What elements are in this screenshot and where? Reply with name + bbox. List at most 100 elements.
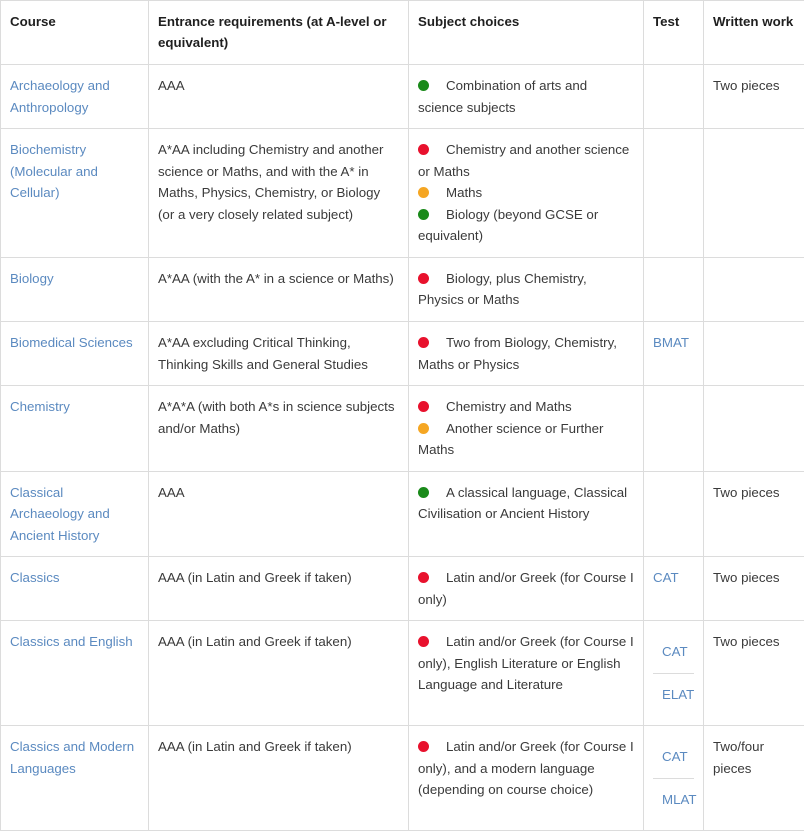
red-dot-icon [418, 741, 429, 752]
cell-written-work [704, 257, 804, 321]
subject-choice-item: Biology (beyond GCSE or equivalent) [418, 204, 634, 247]
cell-test-entry: ELAT [653, 673, 694, 715]
cell-test: BMAT [644, 322, 704, 386]
cell-subject-choices: Combination of arts and science subjects [409, 65, 644, 129]
cell-subject-choices: Latin and/or Greek (for Course I only), … [409, 621, 644, 726]
green-dot-icon [418, 487, 429, 498]
course-link[interactable]: Chemistry [10, 399, 70, 414]
table-row: Classics AAA (in Latin and Greek if taken… [1, 557, 804, 621]
subject-choice-label: Chemistry and another science or Maths [418, 142, 629, 179]
amber-dot-icon [418, 423, 429, 434]
green-dot-icon [418, 80, 429, 91]
table-row: Classics and English AAA (in Latin and Gr… [1, 621, 804, 726]
course-link[interactable]: Classical Archaeology and Ancient Histor… [10, 485, 110, 543]
cell-entrance-requirements: A*AA excluding Critical Thinking, Thinki… [149, 322, 409, 386]
cell-subject-choices: A classical language, Classical Civilisa… [409, 471, 644, 557]
test-subtable: CAT ELAT [653, 631, 694, 715]
subject-choice-item: Latin and/or Greek (for Course I only), … [418, 736, 634, 801]
table-row: Archaeology and AnthropologyAAACombinati… [1, 65, 804, 129]
cell-entrance-requirements: AAA (in Latin and Greek if taken) [149, 621, 409, 726]
amber-dot-icon [418, 187, 429, 198]
subject-choice-label: Chemistry and Maths [446, 399, 572, 414]
test-link[interactable]: CAT [662, 749, 688, 764]
course-requirements-table: Course Entrance requirements (at A-level… [0, 0, 804, 831]
cell-test [644, 129, 704, 258]
cell-written-work: Two/four pieces [704, 726, 804, 831]
cell-test: CAT [644, 557, 704, 621]
red-dot-icon [418, 401, 429, 412]
subject-choice-label: Biology, plus Chemistry, Physics or Math… [418, 271, 587, 308]
cell-test [644, 257, 704, 321]
test-link[interactable]: BMAT [653, 335, 689, 350]
course-link[interactable]: Biochemistry (Molecular and Cellular) [10, 142, 98, 200]
test-link[interactable]: MLAT [662, 792, 696, 807]
course-link[interactable]: Classics and English [10, 634, 133, 649]
test-link[interactable]: CAT [662, 644, 688, 659]
subject-choice-label: Latin and/or Greek (for Course I only), … [418, 739, 634, 797]
cell-subject-choices: Biology, plus Chemistry, Physics or Math… [409, 257, 644, 321]
cell-entrance-requirements: AAA (in Latin and Greek if taken) [149, 557, 409, 621]
subject-choice-item: A classical language, Classical Civilisa… [418, 482, 634, 525]
cell-course: Classics and Modern Languages [1, 726, 149, 831]
cell-course: Archaeology and Anthropology [1, 65, 149, 129]
table-row: Classical Archaeology and Ancient Histor… [1, 471, 804, 557]
column-header-test: Test [644, 1, 704, 65]
column-header-subject: Subject choices [409, 1, 644, 65]
column-header-entrance: Entrance requirements (at A-level or equ… [149, 1, 409, 65]
cell-test-entry: CAT [653, 736, 694, 778]
subject-choice-item: Combination of arts and science subjects [418, 75, 634, 118]
table-row: Biomedical Sciences A*AA excluding Critic… [1, 322, 804, 386]
subject-choice-list: A classical language, Classical Civilisa… [418, 482, 634, 525]
test-subrow: ELAT [653, 673, 694, 715]
subject-choice-label: Another science or Further Maths [418, 421, 603, 458]
cell-entrance-requirements: AAA (in Latin and Greek if taken) [149, 726, 409, 831]
cell-test-entry: MLAT [653, 778, 694, 820]
subject-choice-item: Two from Biology, Chemistry, Maths or Ph… [418, 332, 634, 375]
cell-test: CAT ELAT [644, 621, 704, 726]
subject-choice-item: Latin and/or Greek (for Course I only) [418, 567, 634, 610]
course-link[interactable]: Biology [10, 271, 54, 286]
red-dot-icon [418, 144, 429, 155]
test-subrow: MLAT [653, 778, 694, 820]
test-subrow: CAT [653, 631, 694, 673]
table-row: Biochemistry (Molecular and Cellular)A*A… [1, 129, 804, 258]
cell-course: Chemistry [1, 386, 149, 472]
cell-subject-choices: Chemistry and another science or Maths Ma… [409, 129, 644, 258]
cell-written-work: Two pieces [704, 557, 804, 621]
red-dot-icon [418, 636, 429, 647]
cell-subject-choices: Latin and/or Greek (for Course I only), … [409, 726, 644, 831]
cell-subject-choices: Latin and/or Greek (for Course I only) [409, 557, 644, 621]
subject-choice-list: Chemistry and another science or Maths Ma… [418, 139, 634, 247]
cell-test [644, 471, 704, 557]
cell-course: Biology [1, 257, 149, 321]
cell-test-entry: CAT [653, 631, 694, 673]
course-link[interactable]: Archaeology and Anthropology [10, 78, 110, 115]
table-row: Classics and Modern Languages AAA (in Lat… [1, 726, 804, 831]
subject-choice-list: Chemistry and Maths Another science or Fu… [418, 396, 634, 461]
subject-choice-item: Another science or Further Maths [418, 418, 634, 461]
cell-written-work: Two pieces [704, 471, 804, 557]
cell-course: Classics and English [1, 621, 149, 726]
course-link[interactable]: Classics [10, 570, 60, 585]
cell-subject-choices: Chemistry and Maths Another science or Fu… [409, 386, 644, 472]
cell-course: Biochemistry (Molecular and Cellular) [1, 129, 149, 258]
cell-written-work [704, 129, 804, 258]
cell-course: Biomedical Sciences [1, 322, 149, 386]
test-link[interactable]: CAT [653, 570, 679, 585]
test-subtable: CAT MLAT [653, 736, 694, 820]
cell-written-work [704, 386, 804, 472]
subject-choice-list: Latin and/or Greek (for Course I only) [418, 567, 634, 610]
red-dot-icon [418, 273, 429, 284]
subject-choice-list: Latin and/or Greek (for Course I only), … [418, 736, 634, 801]
cell-subject-choices: Two from Biology, Chemistry, Maths or Ph… [409, 322, 644, 386]
cell-entrance-requirements: A*A*A (with both A*s in science subjects… [149, 386, 409, 472]
green-dot-icon [418, 209, 429, 220]
test-link[interactable]: ELAT [662, 687, 694, 702]
subject-choice-list: Combination of arts and science subjects [418, 75, 634, 118]
test-subrow: CAT [653, 736, 694, 778]
course-link[interactable]: Biomedical Sciences [10, 335, 133, 350]
cell-written-work: Two pieces [704, 65, 804, 129]
subject-choice-item: Maths [418, 182, 634, 204]
red-dot-icon [418, 572, 429, 583]
course-link[interactable]: Classics and Modern Languages [10, 739, 134, 776]
